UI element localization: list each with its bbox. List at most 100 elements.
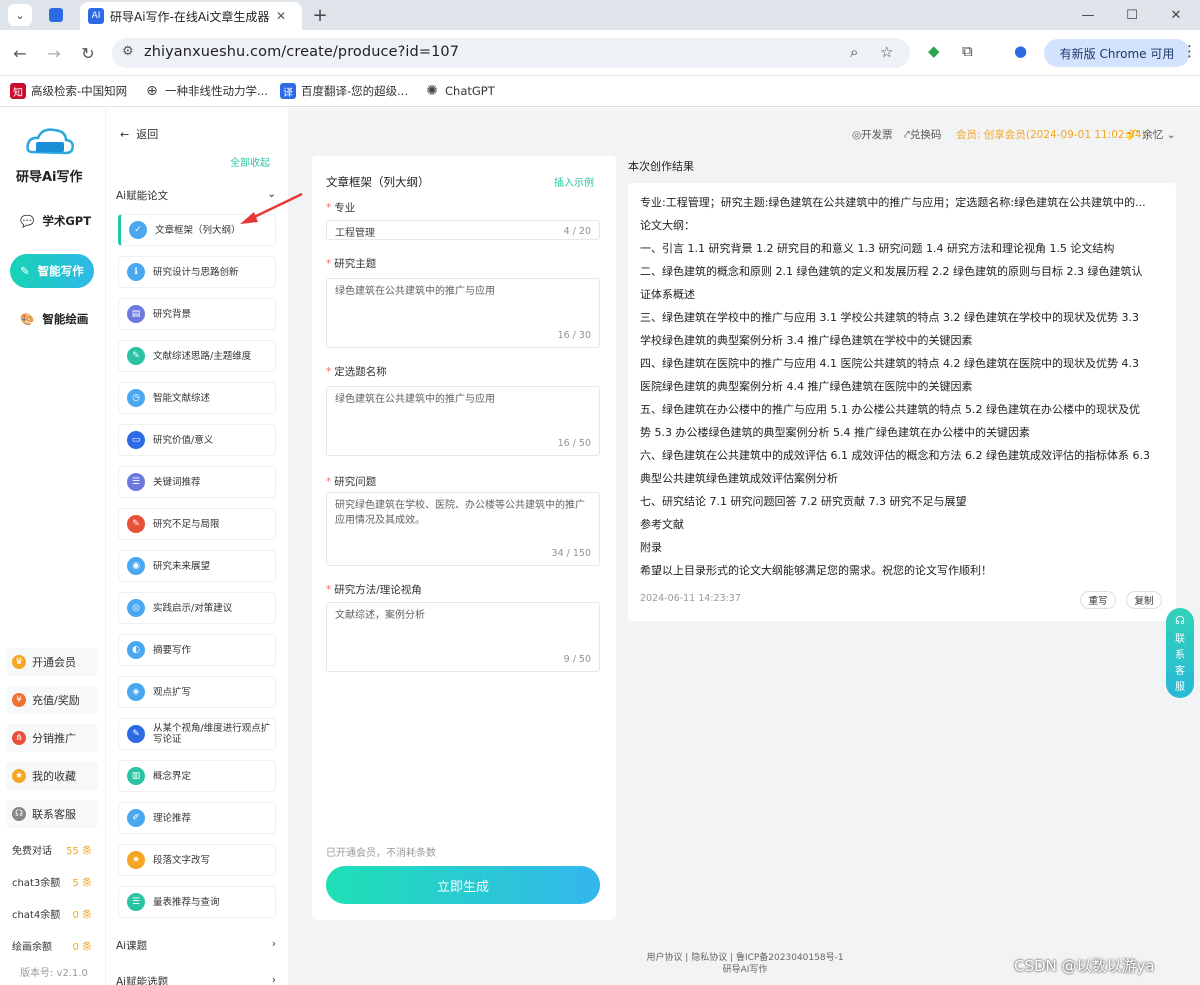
menu-item-icon: ◎ <box>127 599 145 617</box>
site-info-icon[interactable]: ⚙ <box>122 44 134 59</box>
contact-service-float-button[interactable]: ☊ 联 系 客 服 <box>1166 608 1194 698</box>
menu-item-label: 观点扩写 <box>153 686 192 698</box>
user-menu[interactable]: 🎷 余忆 ⌄ <box>1126 127 1176 142</box>
menu-item-icon: ✎ <box>127 515 145 533</box>
globe-icon: ⊕ <box>146 83 158 99</box>
menu-item-label: 研究设计与思路创新 <box>153 266 239 278</box>
bookmark-item[interactable]: 知高级检索-中国知网 <box>10 83 127 99</box>
result-timestamp: 2024-06-11 14:23:37 <box>640 593 741 604</box>
menu-item-label: 研究未来展望 <box>153 560 211 572</box>
contact-service-button[interactable]: ☊ 联系客服 <box>6 800 98 828</box>
minimize-icon[interactable]: — <box>1070 0 1106 30</box>
cnki-icon: 知 <box>10 83 26 99</box>
result-line: 势 5.3 办公楼绿色建筑的典型案例分析 5.4 推广绿色建筑在办公楼中的关键因… <box>640 426 1030 439</box>
menu-item[interactable]: ◎ 实践启示/对策建议 <box>118 592 276 624</box>
menu-kebab-icon[interactable]: ⋮ <box>1182 42 1197 60</box>
menu-item[interactable]: ◐ 摘要写作 <box>118 634 276 666</box>
result-line: 专业:工程管理；研究主题:绿色建筑在公共建筑中的推广与应用；定选题名称:绿色建筑… <box>640 196 1146 209</box>
menu-item[interactable]: ✐ 理论推荐 <box>118 802 276 834</box>
menu-item[interactable]: ▤ 研究背景 <box>118 298 276 330</box>
bookmark-item[interactable]: ✺ ChatGPT <box>424 83 495 99</box>
star-icon: ★ <box>12 769 26 783</box>
active-tab[interactable]: AI 研导Ai写作-在线Ai文章生成器 ✕ <box>80 2 302 30</box>
bookmark-item[interactable]: 译百度翻译-您的超级... <box>280 83 408 99</box>
favorites-button[interactable]: ★ 我的收藏 <box>6 762 98 790</box>
menu-item[interactable]: ◈ 观点扩写 <box>118 676 276 708</box>
new-tab-icon[interactable]: + <box>308 4 332 26</box>
menu-item[interactable]: ✎ 从某个视角/维度进行观点扩写论证 <box>118 718 276 750</box>
menu-item-label: 实践启示/对策建议 <box>153 602 233 614</box>
pinned-tab[interactable] <box>44 4 68 26</box>
result-card: 专业:工程管理；研究主题:绿色建筑在公共建筑中的推广与应用；定选题名称:绿色建筑… <box>628 183 1176 621</box>
back-arrow-icon[interactable]: ← <box>6 39 34 67</box>
profile-avatar-icon[interactable]: ● <box>1014 42 1027 60</box>
headset-icon: ☊ <box>12 807 26 821</box>
menu-item[interactable]: ◷ 智能文献综述 <box>118 382 276 414</box>
nav-academic-gpt[interactable]: 💬 学术GPT <box>10 204 94 238</box>
menu-item[interactable]: ✎ 文献综述思路/主题维度 <box>118 340 276 372</box>
major-input[interactable]: 工程管理 4 / 20 <box>326 220 600 240</box>
network-icon: ⋔ <box>12 731 26 745</box>
menu-item[interactable]: ☰ 关键词推荐 <box>118 466 276 498</box>
menu-item-icon: ◷ <box>127 389 145 407</box>
menu-item[interactable]: ▭ 研究价值/意义 <box>118 424 276 456</box>
group-ai-selection[interactable]: Ai赋能选题 › <box>116 974 276 985</box>
generate-button[interactable]: 立即生成 <box>326 866 600 904</box>
menu-item[interactable]: ◉ 研究未来展望 <box>118 550 276 582</box>
app-sidebar: 研导Ai写作 💬 学术GPT ✎ 智能写作 🎨 智能绘画 ♛ 开通会员 ¥ 充值/奖励 ⋔… <box>0 108 106 985</box>
menu-item[interactable]: ☰ 量表推荐与查询 <box>118 886 276 918</box>
open-membership-button[interactable]: ♛ 开通会员 <box>6 648 98 676</box>
invoice-link[interactable]: ◎开发票 <box>852 127 893 142</box>
maximize-icon[interactable]: ☐ <box>1114 0 1150 30</box>
bookmark-item[interactable]: ⊕ 一种非线性动力学... <box>144 83 268 99</box>
shield-extension-icon[interactable]: ◆ <box>928 42 940 60</box>
research-question-textarea[interactable]: 研究绿色建筑在学校、医院、办公楼等公共建筑中的推广应用情况及其成效。 34 / 1… <box>326 492 600 566</box>
result-line: 希望以上目录形式的论文大纲能够满足您的需求。祝您的论文写作顺利！ <box>640 564 992 577</box>
redeem-link[interactable]: ⤤兑换码 <box>904 127 941 142</box>
topic-name-textarea[interactable]: 绿色建筑在公共建筑中的推广与应用 16 / 50 <box>326 386 600 456</box>
group-ai-topic[interactable]: Ai课题 › <box>116 938 276 953</box>
menu-item[interactable]: ℹ 研究设计与思路创新 <box>118 256 276 288</box>
extensions-puzzle-icon[interactable]: ⧉ <box>962 42 973 60</box>
result-line: 附录 <box>640 541 662 554</box>
quota-drawing: 绘画余额 0 条 <box>12 942 92 953</box>
close-window-icon[interactable]: ✕ <box>1158 0 1194 30</box>
menu-item-label: 研究不足与局限 <box>153 518 220 530</box>
menu-item-label: 摘要写作 <box>153 644 192 656</box>
research-topic-textarea[interactable]: 绿色建筑在公共建筑中的推广与应用 16 / 30 <box>326 278 600 348</box>
result-line: 五、绿色建筑在办公楼中的推广与应用 5.1 办公楼公共建筑的特点 5.2 绿色建… <box>640 403 1140 416</box>
research-method-textarea[interactable]: 文献综述，案例分析 9 / 50 <box>326 602 600 672</box>
address-bar[interactable]: ⚙ zhiyanxueshu.com/create/produce?id=107… <box>112 38 910 68</box>
collapse-all-link[interactable]: 全部收起 <box>230 154 270 169</box>
menu-item[interactable]: ▥ 概念界定 <box>118 760 276 792</box>
result-line: 六、绿色建筑在公共建筑中的成效评估 6.1 成效评估的概念和方法 6.2 绿色建… <box>640 449 1150 462</box>
insert-example-link[interactable]: 插入示例 <box>554 174 594 189</box>
zoom-search-icon[interactable]: ⌕ <box>850 43 858 61</box>
recharge-button[interactable]: ¥ 充值/奖励 <box>6 686 98 714</box>
result-line: 证体系概述 <box>640 288 695 301</box>
input-form-panel: 文章框架（列大纲） 插入示例 * 专业 工程管理 4 / 20 * 研究主题 绿色建筑… <box>312 156 616 920</box>
menu-item-icon: ☰ <box>127 473 145 491</box>
menu-item-icon: ★ <box>127 851 145 869</box>
copy-button[interactable]: 复制 <box>1126 591 1162 609</box>
menu-item-icon: ✐ <box>127 809 145 827</box>
nav-smart-drawing[interactable]: 🎨 智能绘画 <box>10 302 94 336</box>
tab-close-icon[interactable]: ✕ <box>276 9 286 23</box>
rewrite-button[interactable]: 重写 <box>1080 591 1116 609</box>
affiliate-button[interactable]: ⋔ 分销推广 <box>6 724 98 752</box>
menu-item[interactable]: ✎ 研究不足与局限 <box>118 508 276 540</box>
bookmarks-bar: 知高级检索-中国知网 ⊕ 一种非线性动力学... 译百度翻译-您的超级... ✺ C… <box>0 77 1200 107</box>
tab-search-button[interactable]: ⌄ <box>8 4 32 26</box>
menu-item-label: 概念界定 <box>153 770 192 782</box>
nav-smart-writing[interactable]: ✎ 智能写作 <box>10 254 94 288</box>
back-link[interactable]: ← 返回 <box>120 126 158 142</box>
menu-item[interactable]: ★ 段落文字改写 <box>118 844 276 876</box>
forward-arrow-icon[interactable]: → <box>40 39 68 67</box>
quota-chat4: chat4余额 0 条 <box>12 910 92 921</box>
result-line: 一、引言 1.1 研究背景 1.2 研究目的和意义 1.3 研究问题 1.4 研… <box>640 242 1115 255</box>
chrome-update-button[interactable]: 有新版 Chrome 可用 <box>1044 39 1190 67</box>
reload-icon[interactable]: ↻ <box>74 39 102 67</box>
bookmark-star-icon[interactable]: ☆ <box>880 43 893 61</box>
field-label: * 研究问题 <box>326 476 377 488</box>
menu-item-icon: ℹ <box>127 263 145 281</box>
